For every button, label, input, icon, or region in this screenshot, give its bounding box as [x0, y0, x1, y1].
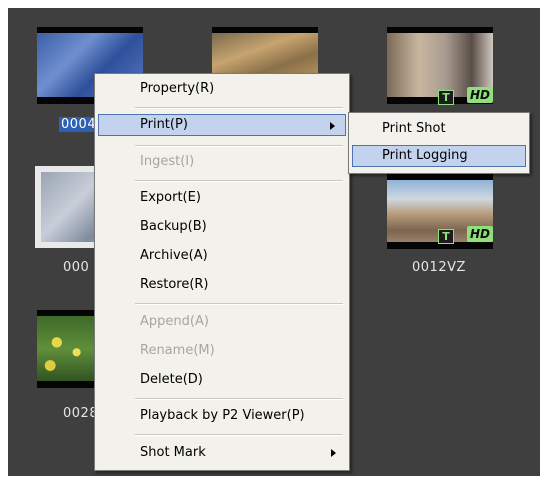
menu-separator: [135, 107, 343, 109]
menu-item-restore[interactable]: Restore(R): [98, 274, 346, 296]
menu-separator: [135, 145, 343, 147]
menu-item-rename: Rename(M): [140, 343, 215, 358]
text-memo-badge: T: [438, 229, 454, 244]
submenu-item-print-shot[interactable]: Print Shot: [352, 118, 526, 140]
submenu-item-print-logging[interactable]: Print Logging: [352, 145, 526, 167]
print-submenu: Print Shot Print Logging: [348, 112, 530, 174]
menu-item-shot-mark-label: Shot Mark: [140, 445, 206, 460]
menu-item-backup[interactable]: Backup(B): [98, 216, 346, 238]
clip-thumbnail[interactable]: [212, 27, 318, 77]
submenu-arrow-icon: [331, 449, 336, 457]
context-menu: Property(R) Print(P) Ingest(I) Export(E)…: [94, 73, 350, 471]
hd-badge: HD: [467, 226, 493, 242]
clip-label[interactable]: 000: [63, 260, 89, 275]
menu-item-playback-p2-viewer[interactable]: Playback by P2 Viewer(P): [98, 405, 346, 427]
menu-separator: [135, 398, 343, 400]
hd-badge: HD: [467, 87, 493, 103]
text-memo-badge: T: [438, 90, 454, 105]
menu-item-append: Append(A): [140, 314, 209, 329]
menu-separator: [135, 180, 343, 182]
clip-label[interactable]: 0028: [63, 406, 98, 421]
menu-item-print-label: Print(P): [140, 117, 188, 132]
menu-item-delete[interactable]: Delete(D): [98, 369, 346, 391]
menu-item-shot-mark[interactable]: Shot Mark: [98, 442, 346, 464]
menu-item-archive[interactable]: Archive(A): [98, 245, 346, 267]
menu-item-property[interactable]: Property(R): [98, 78, 346, 100]
menu-item-export[interactable]: Export(E): [98, 187, 346, 209]
menu-item-print[interactable]: Print(P): [98, 114, 346, 136]
menu-item-ingest: Ingest(I): [140, 154, 195, 169]
thumbnail-image: [212, 33, 318, 77]
menu-separator: [135, 434, 343, 436]
clip-label[interactable]: 0012VZ: [412, 260, 466, 275]
submenu-arrow-icon: [330, 122, 335, 130]
clip-label-selected[interactable]: 0004: [59, 117, 99, 132]
menu-separator: [135, 303, 343, 305]
